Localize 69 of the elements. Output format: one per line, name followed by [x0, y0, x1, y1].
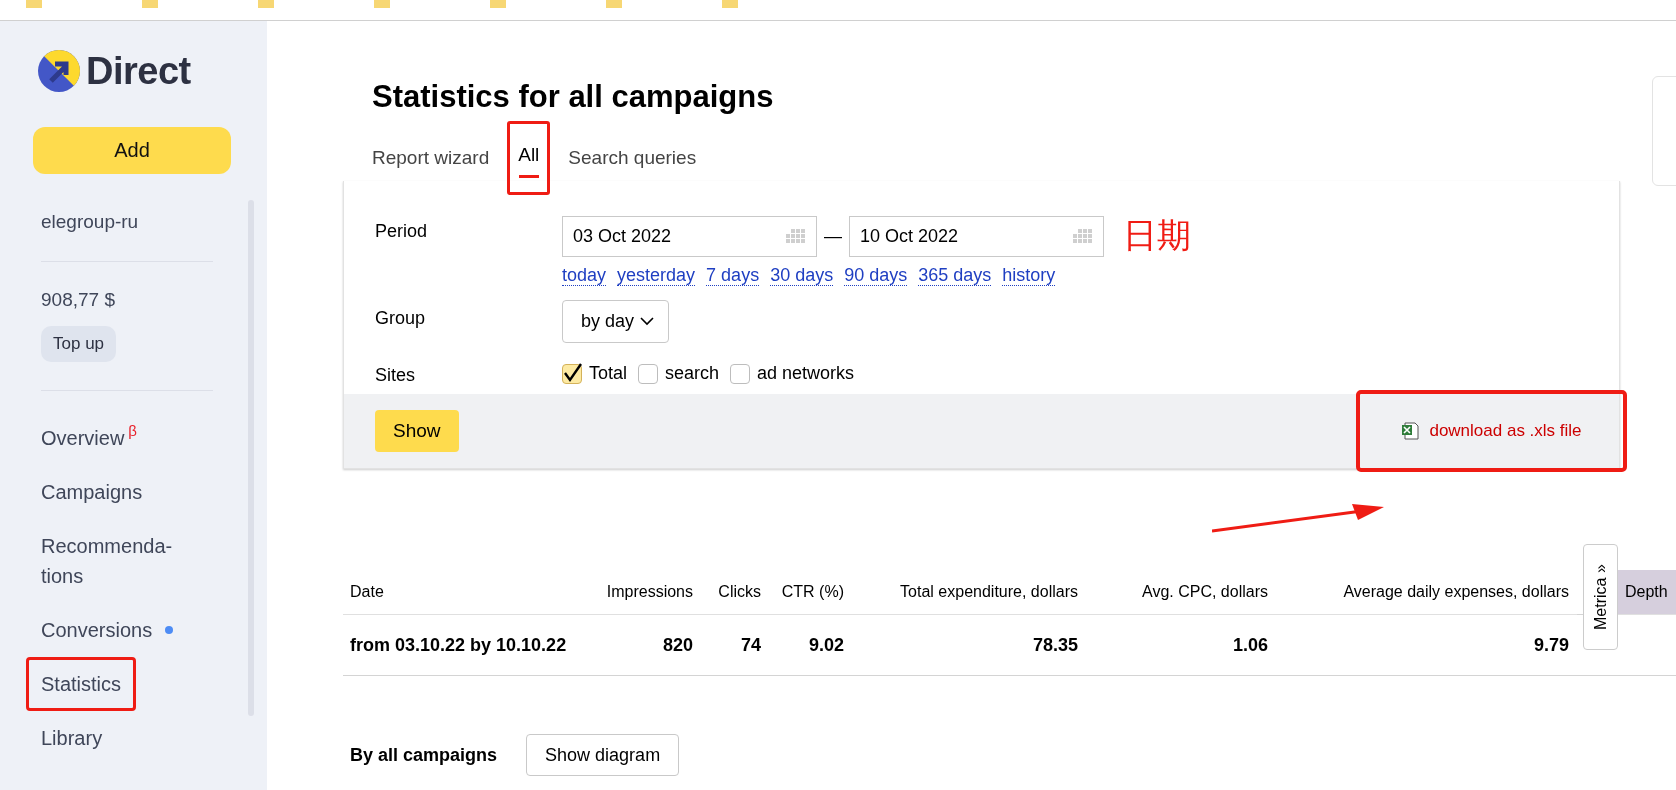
tab[interactable]: Search queries	[568, 147, 697, 169]
checkbox[interactable]	[562, 363, 582, 384]
group-dropdown[interactable]: by day	[562, 300, 670, 343]
nav-item[interactable]: Library	[26, 711, 118, 765]
field-label: Period	[375, 220, 429, 243]
nav-item[interactable]: Conversions	[26, 603, 189, 657]
account-name[interactable]: elegroup-ru	[41, 211, 213, 233]
column-header: Depth	[1618, 570, 1676, 615]
tab[interactable]: Report wizard	[372, 147, 490, 169]
field-label: Sites	[375, 364, 417, 386]
spreadsheet-icon	[1401, 421, 1422, 441]
table-cell: 820	[600, 615, 701, 676]
folder-icon[interactable]	[722, 0, 738, 8]
logo-text: Direct	[86, 49, 191, 93]
nav-item[interactable]: Recommenda-tions	[26, 519, 196, 603]
column-header: Average daily expenses, dollars	[1276, 570, 1577, 615]
table-cell: from 03.10.22 by 10.10.22	[343, 615, 600, 676]
folder-icon[interactable]	[490, 0, 506, 8]
show-button[interactable]: Show	[375, 410, 459, 452]
period-link[interactable]: history	[1002, 265, 1056, 286]
period-link[interactable]: 30 days	[770, 265, 834, 286]
folder-icon[interactable]	[374, 0, 390, 8]
date-field[interactable]: 03 Oct 2022	[562, 215, 817, 257]
folder-icon[interactable]	[606, 0, 622, 8]
field-label: Group	[375, 307, 427, 330]
checkbox-label: ad networks	[757, 363, 855, 384]
table-cell: 74	[701, 615, 769, 676]
folder-icon[interactable]	[142, 0, 158, 8]
table-cell: 9.79	[1276, 615, 1577, 676]
calendar-icon	[1073, 228, 1093, 244]
page-title: Statistics for all campaigns	[372, 78, 775, 116]
tab[interactable]: All	[507, 121, 551, 195]
column-header: CTR (%)	[769, 570, 852, 615]
checkbox-label: Total	[589, 363, 628, 384]
section-label: By all campaigns	[350, 744, 498, 766]
period-link[interactable]: today	[562, 265, 607, 286]
table-cell: 1.06	[1086, 615, 1276, 676]
nav-item[interactable]: Statistics	[26, 657, 137, 711]
table-cell: 78.35	[852, 615, 1086, 676]
column-header: Clicks	[701, 570, 769, 615]
date-field[interactable]: 10 Oct 2022	[849, 215, 1104, 257]
calendar-icon	[786, 228, 806, 244]
column-header: Impressions	[600, 570, 701, 615]
checkbox[interactable]	[638, 363, 659, 384]
checkbox-label: search	[665, 363, 720, 384]
chevron-down-icon	[640, 317, 655, 326]
period-link[interactable]: 7 days	[706, 265, 760, 286]
top-up-button[interactable]: Top up	[41, 326, 117, 362]
table-cell: 9.02	[769, 615, 852, 676]
show-diagram-button[interactable]: Show diagram	[526, 734, 680, 776]
period-link[interactable]: yesterday	[617, 265, 696, 286]
add-button[interactable]: Add	[33, 127, 231, 174]
folder-icon[interactable]	[26, 0, 42, 8]
column-header: Date	[343, 570, 600, 615]
beta-label: β	[128, 423, 137, 439]
column-header: Total expenditure, dollars	[852, 570, 1086, 615]
download-link[interactable]: download as .xls file	[1429, 421, 1582, 441]
balance: 908,77 $	[41, 289, 116, 311]
date-separator: —	[824, 225, 842, 247]
metrica-tab[interactable]: Metrica »	[1583, 544, 1618, 650]
checkbox[interactable]	[730, 363, 751, 384]
annotation-text: 日期	[1123, 215, 1191, 256]
nav-item[interactable]: Overview $^{β}$	[26, 411, 152, 465]
folder-icon[interactable]	[258, 0, 274, 8]
logo-icon	[38, 50, 80, 92]
period-link[interactable]: 365 days	[918, 265, 992, 286]
column-header: Avg. CPC, dollars	[1086, 570, 1276, 615]
period-link[interactable]: 90 days	[844, 265, 908, 286]
nav-item[interactable]: Campaigns	[26, 465, 158, 519]
